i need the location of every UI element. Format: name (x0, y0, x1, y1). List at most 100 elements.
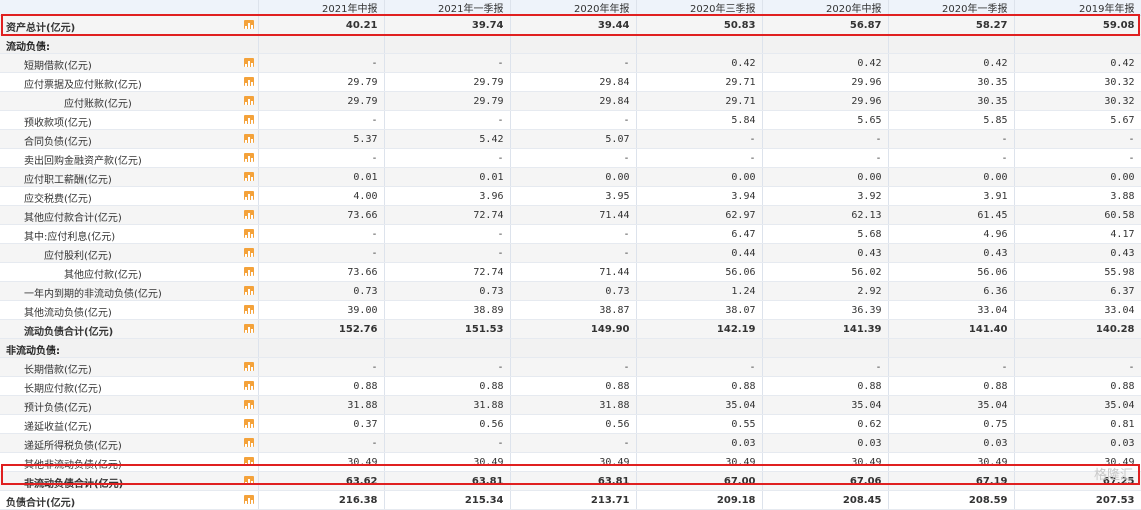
value-cell: 3.88 (1014, 186, 1141, 206)
row-label: 应付票据及应付账款(亿元) (24, 80, 142, 91)
bar-chart-icon[interactable] (243, 286, 254, 295)
bar-chart-icon[interactable] (243, 476, 254, 485)
value-cell: 0.03 (636, 433, 763, 453)
row-label-cell: 应付职工薪酬(亿元) (0, 167, 259, 187)
value-cell: 0.81 (1014, 414, 1141, 434)
bar-chart-icon[interactable] (243, 305, 254, 314)
value-cell: - (762, 129, 889, 149)
row-label-cell: 预收款项(亿元) (0, 110, 259, 130)
bar-chart-icon[interactable] (243, 495, 254, 504)
value-cell: 0.43 (762, 243, 889, 263)
bar-chart-icon[interactable] (243, 172, 254, 181)
value-cell: - (510, 433, 637, 453)
value-cell: 5.67 (1014, 110, 1141, 130)
row-label-cell: 负债合计(亿元) (0, 490, 259, 510)
value-cell: 30.49 (888, 452, 1015, 472)
bar-chart-icon[interactable] (243, 77, 254, 86)
value-cell: 0.88 (888, 376, 1015, 396)
column-header[interactable]: 2020年中报 (762, 0, 889, 16)
value-cell: - (510, 243, 637, 263)
value-cell: 3.92 (762, 186, 889, 206)
value-cell: - (510, 53, 637, 73)
bar-chart-icon[interactable] (243, 20, 254, 29)
value-cell: - (384, 53, 511, 73)
bar-chart-icon[interactable] (243, 191, 254, 200)
financial-table-view: 2021年中报 2021年一季报 2020年年报 2020年三季报 2020年中… (0, 0, 1141, 510)
value-cell: 0.37 (258, 414, 385, 434)
value-cell: 71.44 (510, 205, 637, 225)
row-label: 流动负债合计(亿元) (24, 327, 114, 338)
row-label-cell: 递延收益(亿元) (0, 414, 259, 434)
row-label-cell: 递延所得税负债(亿元) (0, 433, 259, 453)
bar-chart-icon[interactable] (243, 457, 254, 466)
value-cell: 50.83 (636, 15, 763, 35)
bar-chart-icon[interactable] (243, 153, 254, 162)
bar-chart-icon[interactable] (243, 419, 254, 428)
table-row: 非流动负债合计(亿元) 63.62 63.81 63.81 67.00 67.06 67.1… (0, 471, 1141, 491)
column-header[interactable]: 2020年三季报 (636, 0, 763, 16)
value-cell: - (510, 110, 637, 130)
bar-chart-icon[interactable] (243, 438, 254, 447)
value-cell: 5.65 (762, 110, 889, 130)
column-header[interactable]: 2020年年报 (510, 0, 637, 16)
row-label: 预计负债(亿元) (24, 403, 92, 414)
section-row: 非流动负债: (0, 338, 1141, 358)
column-header[interactable]: 2019年年报 (1014, 0, 1141, 16)
value-cell: 0.88 (762, 376, 889, 396)
value-cell (636, 34, 763, 54)
row-label: 卖出回购金融资产款(亿元) (24, 156, 142, 167)
value-cell: 30.35 (888, 72, 1015, 92)
bar-chart-icon[interactable] (243, 248, 254, 257)
value-cell: - (762, 357, 889, 377)
bar-chart-icon[interactable] (243, 115, 254, 124)
value-cell: 71.44 (510, 262, 637, 282)
table-row: 应付职工薪酬(亿元) 0.01 0.01 0.00 0.00 0.00 0.00 0.00 (0, 167, 1141, 187)
value-cell: 55.98 (1014, 262, 1141, 282)
value-cell: 149.90 (510, 319, 637, 339)
value-cell (888, 34, 1015, 54)
row-label-cell: 资产总计(亿元) (0, 15, 259, 35)
value-cell: 38.87 (510, 300, 637, 320)
value-cell: 59.08 (1014, 15, 1141, 35)
value-cell: 29.96 (762, 72, 889, 92)
bar-chart-icon[interactable] (243, 134, 254, 143)
value-cell: 0.43 (1014, 243, 1141, 263)
row-label-cell: 非流动负债: (0, 338, 259, 358)
bar-chart-icon[interactable] (243, 229, 254, 238)
table-row: 递延收益(亿元) 0.37 0.56 0.56 0.55 0.62 0.75 0.81 (0, 414, 1141, 434)
value-cell: 67.06 (762, 471, 889, 491)
row-label-cell: 应交税费(亿元) (0, 186, 259, 206)
bar-chart-icon[interactable] (243, 362, 254, 371)
row-label: 递延所得税负债(亿元) (24, 441, 122, 452)
bar-chart-icon[interactable] (243, 58, 254, 67)
value-cell: - (888, 357, 1015, 377)
column-header[interactable]: 2021年一季报 (384, 0, 511, 16)
bar-chart-icon[interactable] (243, 324, 254, 333)
value-cell: 0.42 (888, 53, 1015, 73)
table-row: 应交税费(亿元) 4.00 3.96 3.95 3.94 3.92 3.91 3.88 (0, 186, 1141, 206)
value-cell: 209.18 (636, 490, 763, 510)
row-label-cell: 长期借款(亿元) (0, 357, 259, 377)
bar-chart-icon[interactable] (243, 400, 254, 409)
row-label: 长期借款(亿元) (24, 365, 92, 376)
value-cell: - (636, 357, 763, 377)
value-cell: 30.35 (888, 91, 1015, 111)
value-cell: 0.88 (384, 376, 511, 396)
bar-chart-icon[interactable] (243, 381, 254, 390)
bar-chart-icon[interactable] (243, 96, 254, 105)
value-cell: 29.79 (384, 91, 511, 111)
row-label-cell: 其他流动负债(亿元) (0, 300, 259, 320)
value-cell: 29.79 (258, 91, 385, 111)
row-label: 其他非流动负债(亿元) (24, 460, 122, 471)
column-header[interactable]: 2021年中报 (258, 0, 385, 16)
value-cell: 29.84 (510, 91, 637, 111)
value-cell: 5.07 (510, 129, 637, 149)
bar-chart-icon[interactable] (243, 210, 254, 219)
column-header[interactable]: 2020年一季报 (888, 0, 1015, 16)
value-cell: 0.42 (1014, 53, 1141, 73)
value-cell: - (636, 129, 763, 149)
value-cell: 216.38 (258, 490, 385, 510)
value-cell: 73.66 (258, 205, 385, 225)
value-cell: 4.96 (888, 224, 1015, 244)
bar-chart-icon[interactable] (243, 267, 254, 276)
